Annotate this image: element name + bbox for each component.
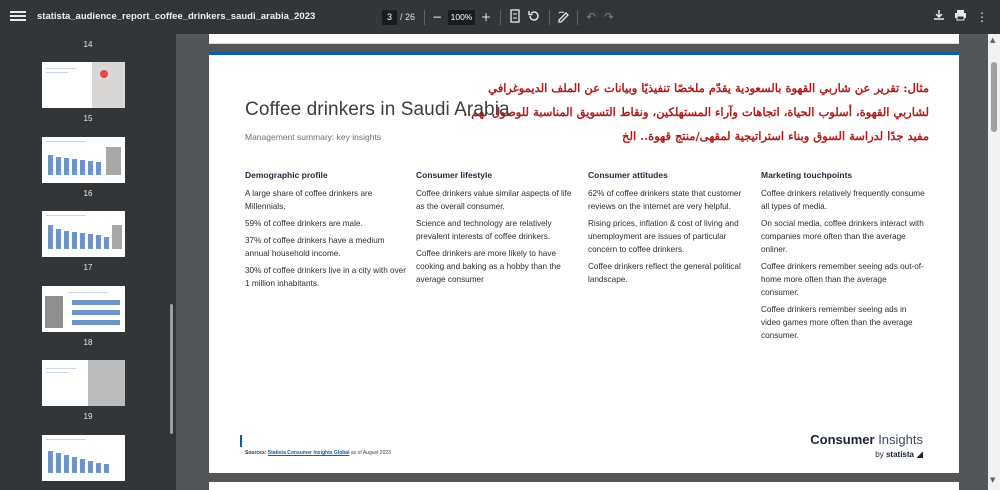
source-link[interactable]: Statista Consumer Insights Global bbox=[268, 450, 350, 456]
column-consumer-attitudes: Consumer attitudes 62% of coffee drinker… bbox=[588, 170, 752, 290]
thumbnail-page-number: 15 bbox=[83, 114, 93, 123]
statista-logo-icon bbox=[916, 451, 923, 459]
insight-item: A large share of coffee drinkers are Mil… bbox=[245, 189, 373, 211]
column-heading: Consumer lifestyle bbox=[416, 170, 493, 180]
toolbar-divider bbox=[549, 10, 550, 25]
more-icon[interactable]: ⋮ bbox=[974, 9, 990, 25]
previous-page bbox=[209, 34, 959, 44]
column-heading: Marketing touchpoints bbox=[761, 170, 853, 180]
consumer-insights-logo: Consumer Insights by statista bbox=[810, 432, 923, 459]
page-subtitle: Management summary: key insights bbox=[245, 132, 382, 142]
insight-item: Coffee drinkers remember seeing ads out-… bbox=[761, 262, 924, 297]
thumbnail-page-17[interactable] bbox=[42, 211, 125, 257]
insight-item: 37% of coffee drinkers have a medium ann… bbox=[245, 236, 385, 258]
brand-word-insights: Insights bbox=[878, 432, 923, 447]
scroll-up-icon[interactable]: ▲ bbox=[990, 36, 995, 44]
column-marketing-touchpoints: Marketing touchpoints Coffee drinkers re… bbox=[761, 170, 925, 346]
thumbnail-page-15[interactable] bbox=[42, 62, 125, 108]
zoom-input[interactable]: 100% bbox=[448, 10, 475, 25]
total-pages: / 26 bbox=[400, 12, 416, 22]
brand-word-consumer: Consumer bbox=[810, 432, 875, 447]
insight-item: 30% of coffee drinkers live in a city wi… bbox=[245, 266, 406, 288]
scrollbar-thumb[interactable] bbox=[991, 62, 997, 132]
toolbar-divider bbox=[500, 10, 501, 25]
insight-item: Science and technology are relatively pr… bbox=[416, 219, 552, 241]
next-page bbox=[209, 482, 959, 490]
toolbar-divider bbox=[577, 10, 578, 25]
brand-by: by bbox=[875, 450, 884, 459]
source-date: as of August 2023 bbox=[350, 450, 391, 456]
fit-page-icon[interactable] bbox=[507, 9, 523, 25]
zoom-in-icon[interactable]: + bbox=[478, 9, 494, 25]
insight-item: On social media, coffee drinkers interac… bbox=[761, 219, 924, 254]
column-heading: Consumer attitudes bbox=[588, 170, 668, 180]
insight-item: Coffee drinkers reflect the general poli… bbox=[588, 262, 741, 284]
sidebar-scrollbar[interactable] bbox=[170, 304, 173, 434]
thumbnail-sidebar: 14 15 16 17 18 19 bbox=[0, 34, 176, 490]
footer-accent bbox=[240, 435, 242, 447]
pdf-page: مثال: تقرير عن شاربي القهوة بالسعودية يق… bbox=[209, 52, 959, 473]
arabic-annotation: مثال: تقرير عن شاربي القهوة بالسعودية يق… bbox=[463, 81, 929, 143]
download-icon[interactable] bbox=[931, 9, 947, 25]
thumbnail-page-19[interactable] bbox=[42, 360, 125, 406]
column-heading: Demographic profile bbox=[245, 170, 328, 180]
undo-icon[interactable]: ↶ bbox=[583, 9, 599, 25]
sources-label: Sources: bbox=[245, 450, 267, 456]
thumbnail-page-20[interactable] bbox=[42, 435, 125, 481]
insight-item: Rising prices, inflation & cost of livin… bbox=[588, 219, 739, 254]
scroll-down-icon[interactable]: ▼ bbox=[990, 476, 995, 484]
annotate-icon[interactable] bbox=[556, 9, 572, 25]
insight-item: Coffee drinkers relatively frequently co… bbox=[761, 189, 925, 211]
thumbnail-page-18[interactable] bbox=[42, 286, 125, 332]
insight-item: Coffee drinkers remember seeing ads in v… bbox=[761, 305, 913, 340]
main-scrollbar[interactable]: ▲ ▼ bbox=[988, 34, 1000, 490]
rotate-icon[interactable] bbox=[526, 9, 542, 25]
menu-icon[interactable] bbox=[10, 9, 26, 25]
thumbnail-page-number: 14 bbox=[83, 40, 93, 49]
current-page-input[interactable]: 3 bbox=[382, 10, 397, 25]
sources-footer: Sources: Statista Consumer Insights Glob… bbox=[245, 450, 391, 456]
toolbar-divider bbox=[424, 10, 425, 25]
insight-item: Coffee drinkers are more likely to have … bbox=[416, 249, 561, 284]
insight-item: 62% of coffee drinkers state that custom… bbox=[588, 189, 742, 211]
pdf-toolbar: statista_audience_report_coffee_drinkers… bbox=[0, 0, 1000, 34]
column-consumer-lifestyle: Consumer lifestyle Coffee drinkers value… bbox=[416, 170, 580, 290]
print-icon[interactable] bbox=[952, 9, 968, 25]
insight-item: Coffee drinkers value similar aspects of… bbox=[416, 189, 572, 211]
document-title: statista_audience_report_coffee_drinkers… bbox=[37, 11, 316, 22]
insight-item: 59% of coffee drinkers are male. bbox=[245, 219, 363, 228]
thumbnail-page-number: 18 bbox=[83, 338, 93, 347]
thumbnail-page-16[interactable] bbox=[42, 137, 125, 183]
column-demographic-profile: Demographic profile A large share of cof… bbox=[245, 170, 409, 294]
zoom-out-icon[interactable]: − bbox=[429, 9, 445, 25]
page-title: Coffee drinkers in Saudi Arabia bbox=[245, 99, 510, 120]
brand-statista: statista bbox=[885, 450, 914, 459]
page-accent-line bbox=[209, 52, 959, 55]
thumbnail-page-number: 16 bbox=[83, 189, 93, 198]
thumbnail-page-number: 17 bbox=[83, 263, 93, 272]
thumbnail-page-number: 19 bbox=[83, 412, 93, 421]
redo-icon[interactable]: ↷ bbox=[601, 9, 617, 25]
